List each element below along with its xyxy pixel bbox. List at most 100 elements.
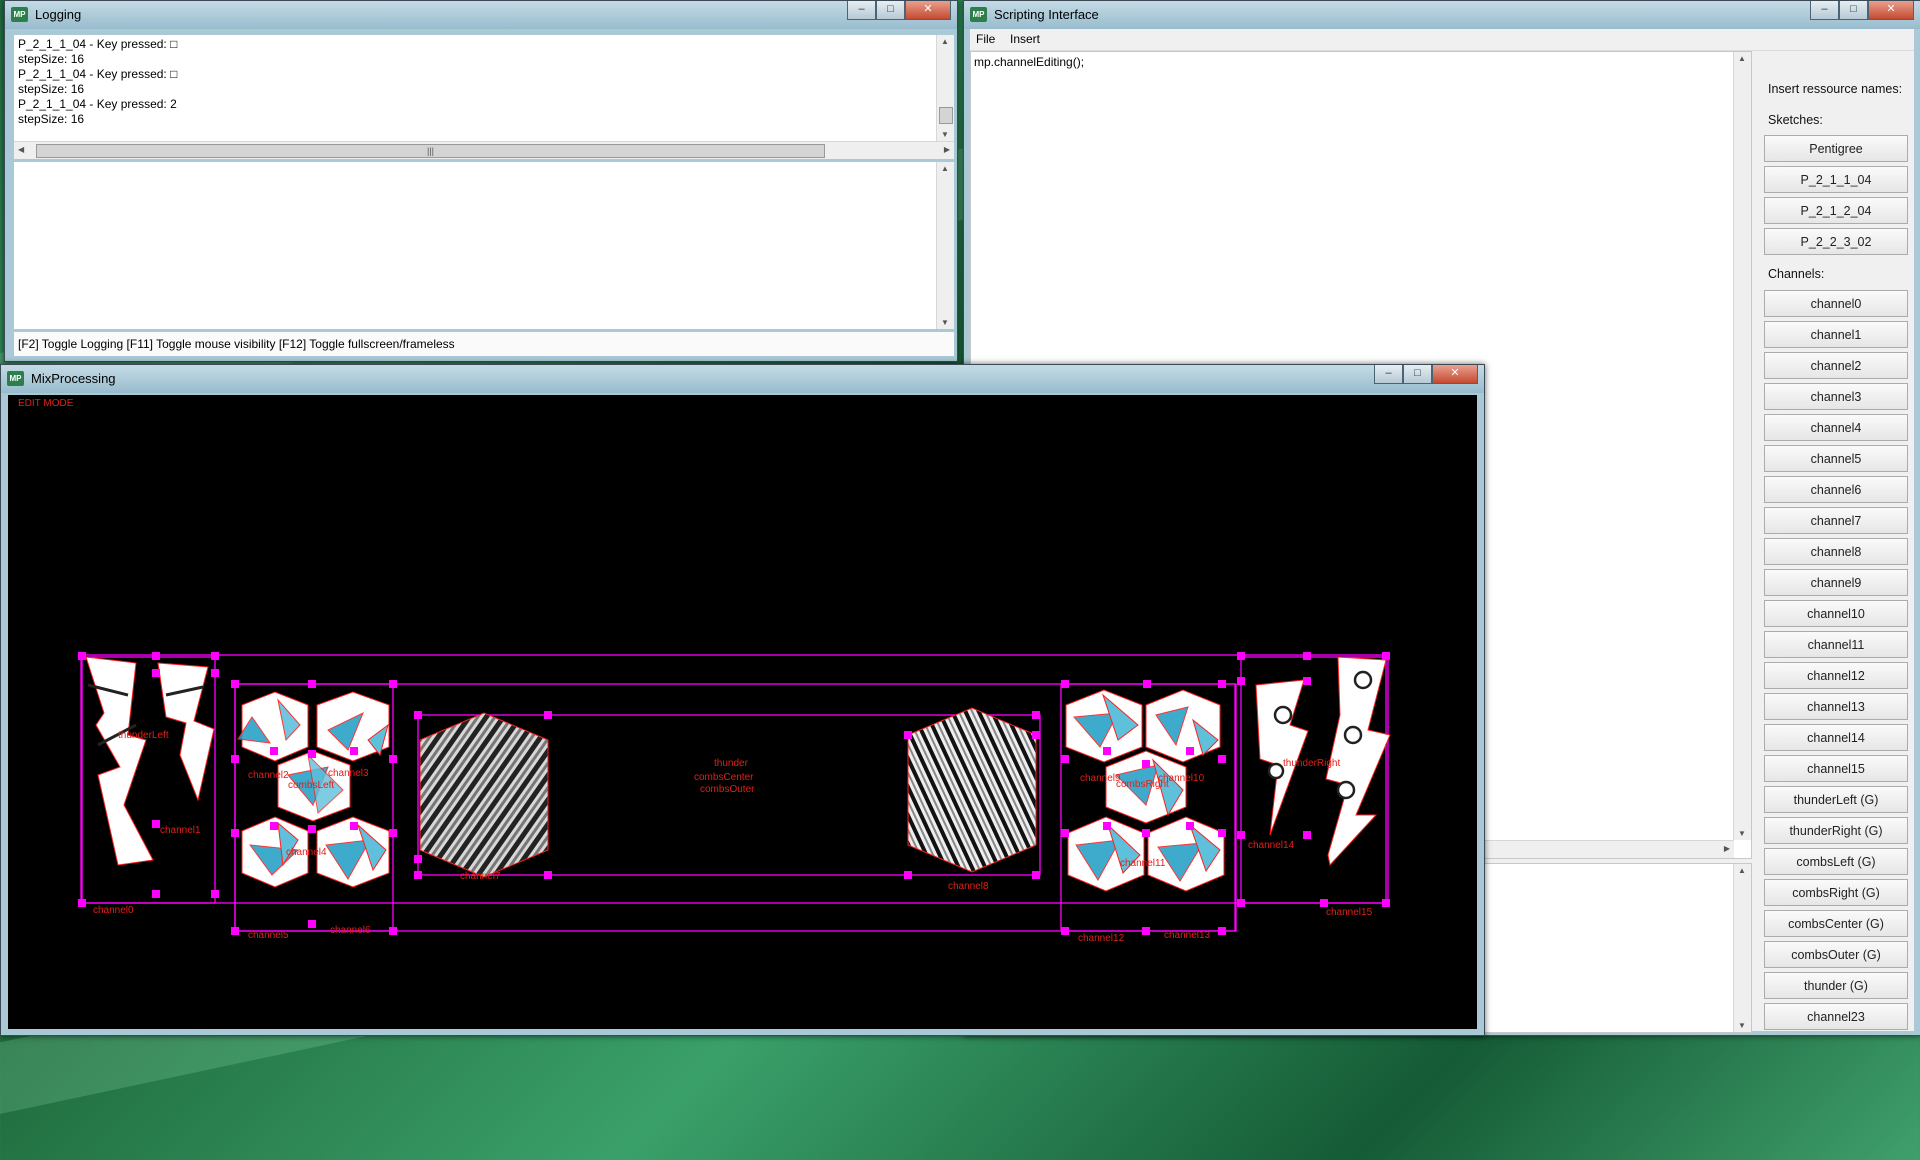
status-text: [F2] Toggle Logging [F11] Toggle mouse v… — [18, 337, 455, 351]
scroll-left-icon[interactable]: ◀ — [18, 145, 24, 154]
logging-window: MP Logging – □ ✕ P_2_1_1_04 - Key presse… — [4, 0, 958, 362]
channel-button[interactable]: channel1 — [1764, 321, 1908, 348]
minimize-button[interactable]: – — [1810, 1, 1839, 20]
log-line: P_2_1_1_04 - Key pressed: 2 — [18, 97, 177, 111]
minimize-button[interactable]: – — [847, 1, 876, 20]
channel-button[interactable]: channel7 — [1764, 507, 1908, 534]
channel-button[interactable]: combsRight (G) — [1764, 879, 1908, 906]
scroll-up-icon[interactable]: ▲ — [1738, 54, 1746, 63]
log-vertical-scrollbar[interactable]: ▲ ▼ — [936, 35, 954, 141]
channel-button[interactable]: channel0 — [1764, 290, 1908, 317]
scroll-right-icon[interactable]: ▶ — [944, 145, 950, 154]
log-line: stepSize: 16 — [18, 52, 85, 66]
scroll-down-icon[interactable]: ▼ — [1738, 1021, 1746, 1030]
label-channel8: channel8 — [948, 881, 989, 892]
console-vertical-scrollbar[interactable]: ▲ ▼ — [1733, 864, 1751, 1032]
channel-button[interactable]: channel2 — [1764, 352, 1908, 379]
scroll-down-icon[interactable]: ▼ — [941, 318, 949, 327]
log-horizontal-scrollbar[interactable]: ◀ ||| ▶ — [14, 141, 954, 159]
scripting-titlebar[interactable]: MP Scripting Interface – □ ✕ — [964, 1, 1920, 29]
scroll-up-icon[interactable]: ▲ — [941, 164, 949, 173]
mixprocessing-app-icon: MP — [970, 7, 987, 22]
window-title: Logging — [35, 7, 82, 22]
label-thunderleft: thunderLeft — [118, 730, 169, 741]
menu-file[interactable]: File — [976, 32, 995, 46]
log-lines: P_2_1_1_04 - Key pressed: □ stepSize: 16… — [18, 37, 177, 127]
menu-insert[interactable]: Insert — [1010, 32, 1040, 46]
log-line: P_2_1_1_04 - Key pressed: □ — [18, 67, 178, 81]
scroll-up-icon[interactable]: ▲ — [1738, 866, 1746, 875]
resources-header: Insert ressource names: — [1768, 82, 1903, 96]
channel-button[interactable]: channel14 — [1764, 724, 1908, 751]
channels-label: Channels: — [1768, 267, 1825, 281]
channel-button[interactable]: combsLeft (G) — [1764, 848, 1908, 875]
scroll-thumb[interactable] — [939, 107, 953, 124]
mixprocessing-app-icon: MP — [7, 371, 24, 386]
label-channel4: channel4 — [286, 847, 327, 858]
sketch-button[interactable]: Pentigree — [1764, 135, 1908, 162]
mapping-canvas[interactable]: EDIT MODE thunderLeft channel0 channel1 … — [8, 395, 1477, 1029]
label-thunder: thunder — [714, 758, 748, 769]
menu-bar: File Insert — [970, 29, 1914, 51]
channel-button[interactable]: channel5 — [1764, 445, 1908, 472]
mixprocessing-app-icon: MP — [11, 7, 28, 22]
channel-button[interactable]: channel3 — [1764, 383, 1908, 410]
channel-mapping-svg[interactable] — [8, 395, 1477, 1029]
scroll-down-icon[interactable]: ▼ — [941, 130, 949, 139]
editor-vertical-scrollbar[interactable]: ▲ ▼ — [1733, 52, 1751, 840]
channel7-shape — [419, 712, 549, 878]
channel-button[interactable]: channel23 — [1764, 1003, 1908, 1030]
log-secondary-area[interactable]: ▲ ▼ — [14, 162, 954, 329]
channel-button[interactable]: thunder (G) — [1764, 972, 1908, 999]
label-channel11: channel11 — [1120, 858, 1166, 869]
channel-button[interactable]: channel12 — [1764, 662, 1908, 689]
channel-button[interactable]: channel15 — [1764, 755, 1908, 782]
scroll-thumb[interactable]: ||| — [36, 144, 825, 158]
log-line: stepSize: 16 — [18, 82, 85, 96]
scroll-down-icon[interactable]: ▼ — [1738, 829, 1746, 838]
channel-button[interactable]: channel4 — [1764, 414, 1908, 441]
channel-button[interactable]: combsOuter (G) — [1764, 941, 1908, 968]
scroll-up-icon[interactable]: ▲ — [941, 37, 949, 46]
label-channel3: channel3 — [328, 768, 369, 779]
channel-button[interactable]: thunderRight (G) — [1764, 817, 1908, 844]
label-channel5: channel5 — [248, 930, 289, 941]
channel-button[interactable]: channel6 — [1764, 476, 1908, 503]
window-title: Scripting Interface — [994, 7, 1099, 22]
label-channel14: channel14 — [1248, 840, 1295, 851]
label-channel2: channel2 — [248, 770, 289, 781]
label-channel13: channel13 — [1164, 930, 1211, 941]
maximize-button[interactable]: □ — [1403, 365, 1432, 384]
close-button[interactable]: ✕ — [1868, 1, 1914, 20]
channel-button[interactable]: thunderLeft (G) — [1764, 786, 1908, 813]
sketch-button[interactable]: P_2_1_2_04 — [1764, 197, 1908, 224]
window-title: MixProcessing — [31, 371, 116, 386]
maximize-button[interactable]: □ — [876, 1, 905, 20]
resources-panel: Insert ressource names: Sketches: Pentig… — [1764, 51, 1912, 1031]
channel-button[interactable]: channel11 — [1764, 631, 1908, 658]
channel8-shape — [907, 707, 1037, 873]
channel-button[interactable]: channel8 — [1764, 538, 1908, 565]
log-output[interactable]: P_2_1_1_04 - Key pressed: □ stepSize: 16… — [14, 35, 954, 159]
close-button[interactable]: ✕ — [1432, 365, 1478, 384]
maximize-button[interactable]: □ — [1839, 1, 1868, 20]
channel-button[interactable]: channel9 — [1764, 569, 1908, 596]
channel-button[interactable]: combsCenter (G) — [1764, 910, 1908, 937]
logging-titlebar[interactable]: MP Logging – □ ✕ — [5, 1, 957, 29]
close-button[interactable]: ✕ — [905, 1, 951, 20]
channel-button[interactable]: channel13 — [1764, 693, 1908, 720]
sketch-button[interactable]: P_2_1_1_04 — [1764, 166, 1908, 193]
sketches-label: Sketches: — [1768, 113, 1823, 127]
scroll-right-icon[interactable]: ▶ — [1724, 844, 1730, 853]
channel-button[interactable]: channel10 — [1764, 600, 1908, 627]
label-channel9: channel9 — [1080, 773, 1121, 784]
label-combsouter: combsOuter — [700, 784, 755, 795]
secondary-vertical-scrollbar[interactable]: ▲ ▼ — [936, 162, 954, 329]
minimize-button[interactable]: – — [1374, 365, 1403, 384]
log-status-bar: [F2] Toggle Logging [F11] Toggle mouse v… — [14, 332, 954, 356]
label-channel15: channel15 — [1326, 907, 1373, 918]
mixprocessing-titlebar[interactable]: MP MixProcessing – □ ✕ — [1, 365, 1484, 393]
label-channel12: channel12 — [1078, 933, 1125, 944]
sketch-button[interactable]: P_2_2_3_02 — [1764, 228, 1908, 255]
label-channel1: channel1 — [160, 825, 201, 836]
